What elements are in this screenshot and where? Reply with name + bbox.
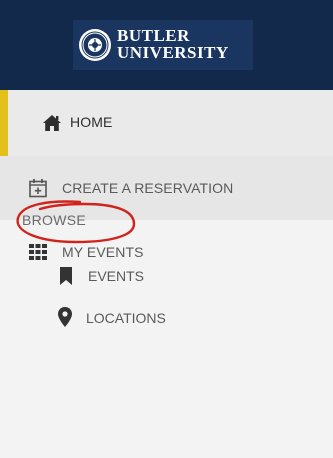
sidebar-item-label: LOCATIONS	[86, 310, 166, 326]
header-banner: BUTLER UNIVERSITY	[0, 0, 333, 90]
sidebar-item-locations[interactable]: LOCATIONS	[0, 298, 333, 338]
section-title-browse: BROWSE	[22, 212, 87, 228]
logo-line-2: UNIVERSITY	[117, 43, 229, 62]
sidebar-item-events[interactable]: EVENTS	[0, 256, 333, 296]
sidebar-item-home[interactable]: HOME	[0, 90, 333, 156]
bookmark-icon	[57, 266, 75, 286]
logo-wordmark: BUTLER UNIVERSITY	[117, 27, 229, 61]
logo-line-1: BUTLER	[117, 26, 190, 45]
sidebar-item-label: HOME	[70, 114, 113, 130]
butler-university-logo[interactable]: BUTLER UNIVERSITY	[73, 20, 253, 70]
sidebar-item-label: EVENTS	[88, 268, 145, 284]
map-pin-icon	[56, 307, 74, 327]
browse-section: BROWSE EVENTS LOCATIONS	[0, 194, 333, 344]
home-icon	[41, 112, 63, 134]
university-seal-icon	[79, 29, 111, 61]
